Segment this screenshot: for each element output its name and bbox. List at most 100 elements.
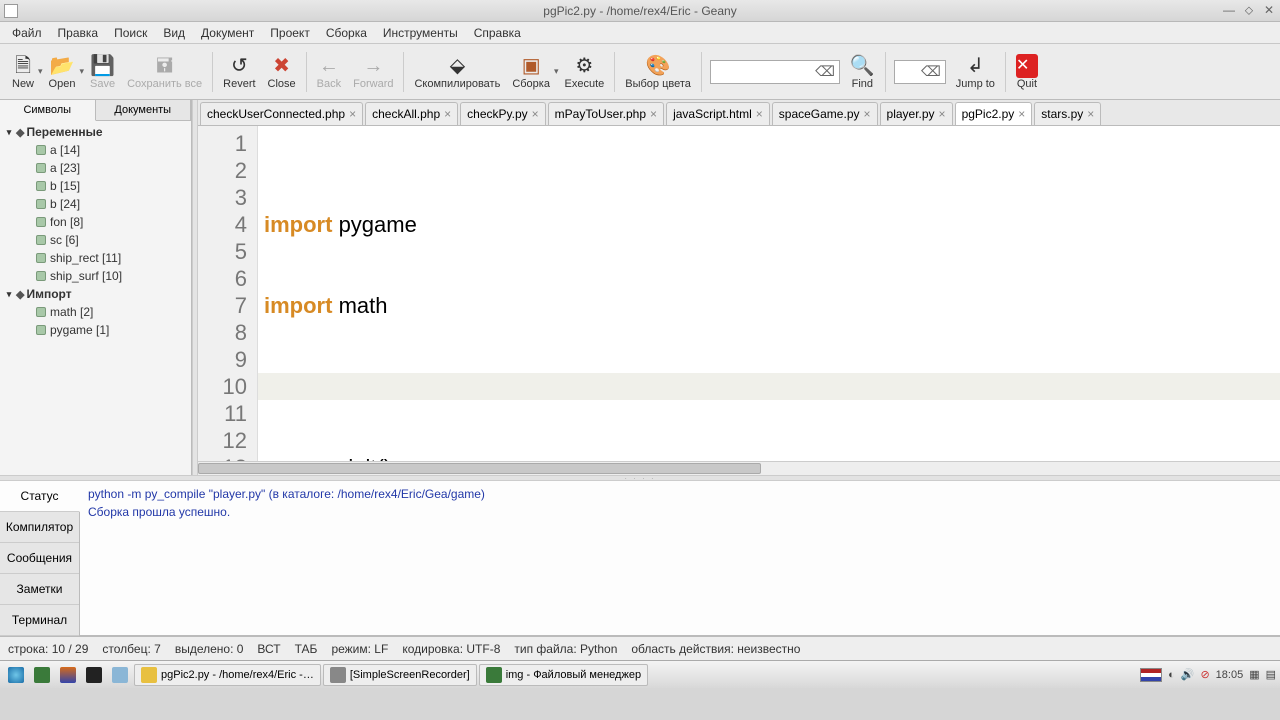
status-output[interactable]: python -m py_compile "player.py" (в ката… [80,481,1280,635]
tab-symbols[interactable]: Символы [0,100,96,121]
jump-button[interactable]: ↲Jump to [950,46,1001,98]
tab-documents[interactable]: Документы [96,100,192,120]
tab-compiler[interactable]: Компилятор [0,512,79,543]
code-content[interactable]: import pygame import math pygame.init() … [258,126,1280,461]
minimize-button[interactable]: — [1222,3,1236,18]
maximize-button[interactable]: ⬦ [1242,3,1256,18]
output-line: Сборка прошла успешно. [88,505,1272,519]
close-tab-icon[interactable]: × [1018,107,1025,121]
taskbar-desktop[interactable] [108,664,132,686]
menu-project[interactable]: Проект [262,24,318,42]
editor-tab[interactable]: checkAll.php× [365,102,458,125]
quit-button[interactable]: ✕Quit [1010,46,1044,98]
tray-icon[interactable]: ◐ [1168,669,1175,681]
taskbar-app-filemgr[interactable]: img - Файловый менеджер [479,664,648,686]
tray-icon[interactable]: ▤ [1266,668,1276,681]
tray-icon[interactable]: ⊘ [1200,668,1209,681]
symbol-var[interactable]: b [15] [0,177,191,195]
editor-h-scrollbar[interactable] [198,461,1280,475]
symbol-var[interactable]: a [14] [0,141,191,159]
close-tab-icon[interactable]: × [349,107,356,121]
menu-search[interactable]: Поиск [106,24,155,42]
scrollbar-thumb[interactable] [198,463,761,474]
symbol-category-variables[interactable]: ▾◆Переменные [0,123,191,141]
var-icon [36,217,46,227]
taskbar-app-geany[interactable]: pgPic2.py - /home/rex4/Eric -… [134,664,321,686]
forward-arrow-icon: → [363,54,383,78]
find-button[interactable]: 🔍Find [844,46,881,98]
editor-tab[interactable]: player.py× [880,102,953,125]
sidebar: Символы Документы ▾◆Переменные a [14] a … [0,100,192,475]
build-button[interactable]: ▣Сборка [506,46,556,98]
status-col: столбец: 7 [102,642,160,656]
symbol-var[interactable]: ship_surf [10] [0,267,191,285]
color-picker-button[interactable]: 🎨Выбор цвета [619,46,697,98]
clear-icon[interactable]: ⌫ [921,63,941,80]
close-tab-icon[interactable]: × [1087,107,1094,121]
close-button[interactable]: ✖Close [262,46,302,98]
symbol-var[interactable]: ship_rect [11] [0,249,191,267]
compile-button[interactable]: ⬙Скомпилировать [408,46,506,98]
symbol-var[interactable]: a [23] [0,159,191,177]
menu-edit[interactable]: Правка [50,24,107,42]
geany-icon [141,667,157,683]
menu-file[interactable]: Файл [4,24,50,42]
symbol-var[interactable]: b [24] [0,195,191,213]
collapse-icon[interactable]: ▾ [4,127,14,138]
close-tab-icon[interactable]: × [444,107,451,121]
var-icon [36,253,46,263]
editor-tab[interactable]: javaScript.html× [666,102,770,125]
open-button[interactable]: 📂Open [43,46,82,98]
editor-tab[interactable]: checkUserConnected.php× [200,102,363,125]
symbol-var[interactable]: fon [8] [0,213,191,231]
quit-icon: ✕ [1016,54,1038,78]
editor-tab[interactable]: stars.py× [1034,102,1101,125]
clear-icon[interactable]: ⌫ [815,63,835,80]
menu-tools[interactable]: Инструменты [375,24,466,42]
code-editor[interactable]: 123 456 789 101112 13 import pygame impo… [198,126,1280,461]
menu-help[interactable]: Справка [466,24,529,42]
taskbar-terminal[interactable] [82,664,106,686]
keyboard-layout-icon[interactable] [1140,668,1162,682]
taskbar-firefox[interactable] [56,664,80,686]
collapse-icon[interactable]: ▾ [4,289,14,300]
open-folder-icon: 📂 [50,54,75,78]
execute-button[interactable]: ⚙Execute [559,46,611,98]
tray-icon[interactable]: ▦ [1249,668,1259,681]
menu-build[interactable]: Сборка [318,24,375,42]
close-window-button[interactable]: ✕ [1262,3,1276,18]
symbol-list: ▾◆Переменные a [14] a [23] b [15] b [24]… [0,121,191,475]
jump-line-input[interactable]: ⌫ [894,60,946,84]
brick-icon: ▣ [522,54,541,78]
editor-tab-active[interactable]: pgPic2.py× [955,102,1033,125]
close-tab-icon[interactable]: × [864,107,871,121]
tab-notes[interactable]: Заметки [0,574,79,605]
start-menu-button[interactable] [4,664,28,686]
editor-tab[interactable]: mPayToUser.php× [548,102,664,125]
find-input[interactable]: ⌫ [710,60,840,84]
tab-terminal[interactable]: Терминал [0,605,79,636]
var-icon [36,145,46,155]
clock[interactable]: 18:05 [1216,669,1244,681]
editor-tab[interactable]: spaceGame.py× [772,102,878,125]
close-tab-icon[interactable]: × [939,107,946,121]
close-tab-icon[interactable]: × [756,107,763,121]
menu-document[interactable]: Документ [193,24,262,42]
revert-button[interactable]: ↺Revert [217,46,261,98]
taskbar-app-recorder[interactable]: [SimpleScreenRecorder] [323,664,477,686]
symbol-var[interactable]: sc [6] [0,231,191,249]
volume-icon[interactable]: 🔊 [1181,668,1195,681]
terminal-icon [86,667,102,683]
close-tab-icon[interactable]: × [532,107,539,121]
compile-icon: ⬙ [450,54,465,78]
close-tab-icon[interactable]: × [650,107,657,121]
new-button[interactable]: 🗎New [6,46,40,98]
taskbar-file-manager[interactable] [30,664,54,686]
symbol-import[interactable]: pygame [1] [0,321,191,339]
editor-tab[interactable]: checkPy.py× [460,102,545,125]
symbol-category-import[interactable]: ▾◆Импорт [0,285,191,303]
tab-messages[interactable]: Сообщения [0,543,79,574]
menu-view[interactable]: Вид [155,24,193,42]
tab-status[interactable]: Статус [0,481,80,512]
symbol-import[interactable]: math [2] [0,303,191,321]
